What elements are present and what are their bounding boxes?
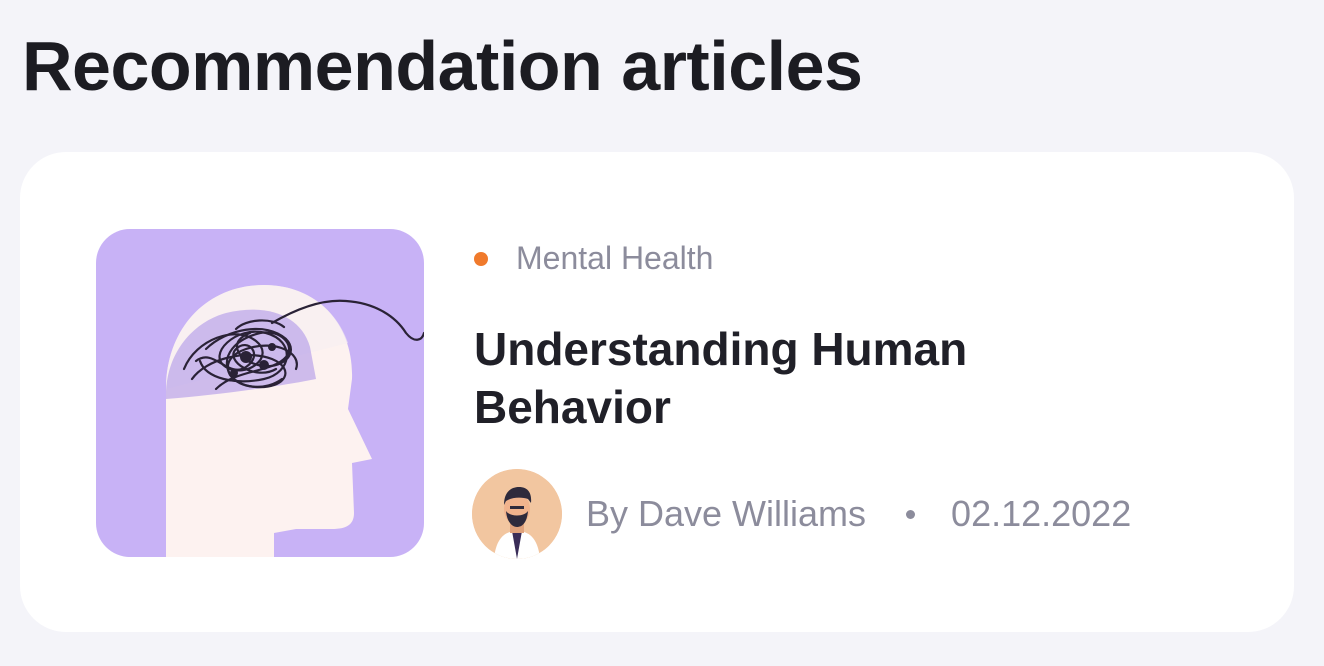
separator-dot-icon — [906, 509, 916, 519]
section-title: Recommendation articles — [22, 27, 863, 105]
author-avatar-icon[interactable] — [472, 469, 562, 559]
article-title[interactable]: Understanding Human Behavior — [474, 320, 1114, 436]
category-label: Mental Health — [516, 240, 714, 276]
article-card[interactable]: Mental Health Understanding Human Behavi… — [20, 152, 1294, 632]
article-thumbnail — [96, 229, 424, 557]
article-category: Mental Health — [474, 240, 713, 277]
article-date: 02.12.2022 — [951, 493, 1132, 534]
author-name[interactable]: By Dave Williams — [586, 493, 866, 535]
head-with-tangled-thoughts-illustration — [166, 285, 424, 557]
category-dot-icon — [474, 251, 488, 266]
article-byline: By Dave Williams 02.12.2022 — [472, 468, 1131, 560]
